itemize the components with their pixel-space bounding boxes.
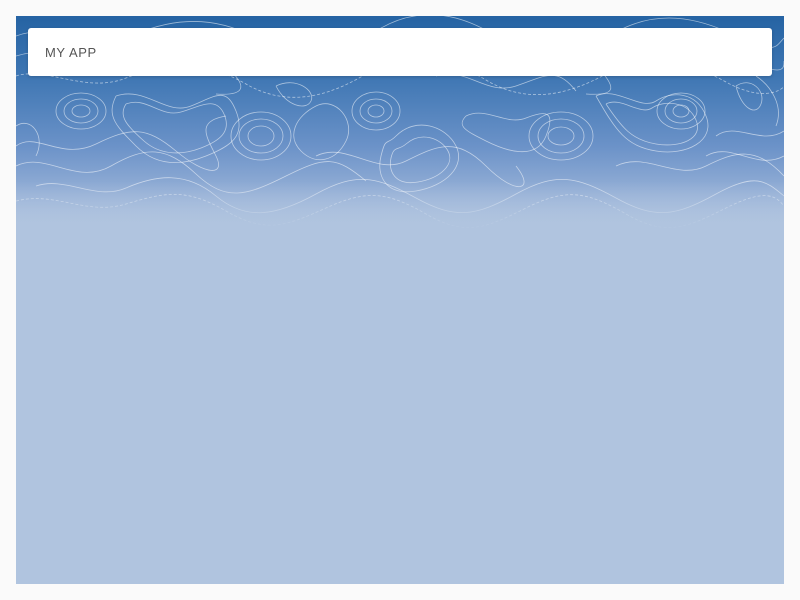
main-content [16, 231, 784, 584]
app-frame: MY APP [16, 16, 784, 584]
app-title: MY APP [45, 44, 97, 60]
hero-fade [16, 181, 784, 231]
app-bar: MY APP [28, 28, 772, 76]
